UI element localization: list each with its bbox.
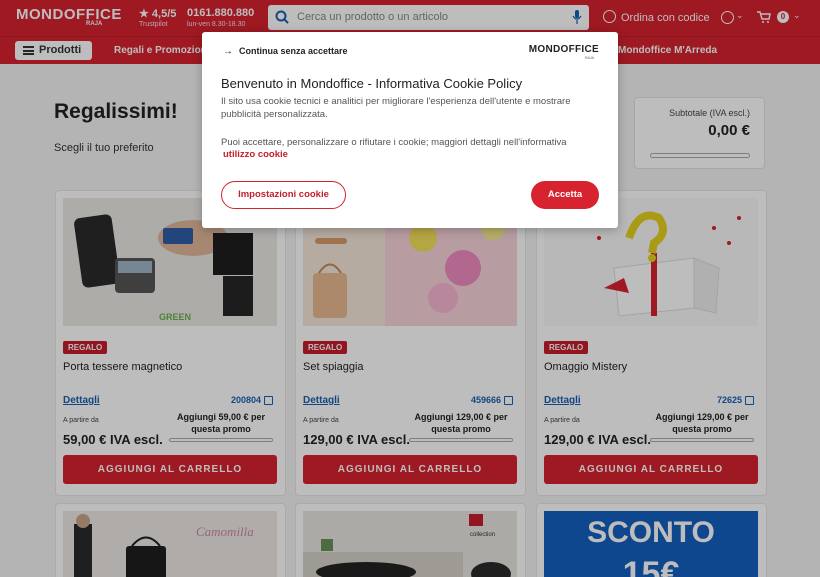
continue-without-accepting-link[interactable]: → Continua senza accettare	[223, 46, 348, 57]
cookie-policy-link[interactable]: utilizzo cookie	[223, 149, 288, 160]
modal-title: Benvenuto in Mondoffice - Informativa Co…	[221, 76, 523, 91]
cookie-settings-button[interactable]: Impostazioni cookie	[221, 181, 346, 209]
accept-cookies-button[interactable]: Accetta	[531, 181, 599, 209]
modal-description: Il sito usa cookie tecnici e analitici p…	[221, 96, 571, 120]
continue-without-accepting-label: Continua senza accettare	[239, 46, 348, 56]
modal-logo-sub: RAJA	[585, 56, 594, 60]
modal-logo: MONDOFFICE	[528, 44, 599, 55]
arrow-right-icon: →	[223, 46, 233, 57]
modal-description-more: Puoi accettare, personalizzare o rifiuta…	[221, 137, 567, 148]
cookie-consent-modal: → Continua senza accettare MONDOFFICE RAJ…	[202, 32, 618, 228]
